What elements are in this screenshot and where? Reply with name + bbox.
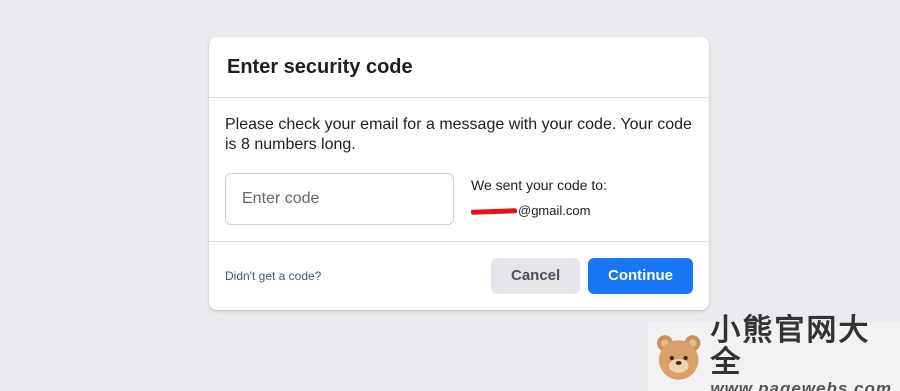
sent-email: @gmail.com (470, 203, 607, 219)
dialog-actions: Cancel Continue (491, 257, 693, 294)
dialog-header: Enter security code (209, 37, 709, 98)
resend-code-link[interactable]: Didn't get a code? (225, 269, 321, 283)
sent-label: We sent your code to: (471, 177, 607, 193)
sent-email-domain: @gmail.com (518, 203, 591, 218)
watermark-url: www.pagewebs.com (710, 378, 892, 391)
watermark-brand: 小熊官网大全 (710, 312, 871, 380)
code-row: We sent your code to: @gmail.com (225, 173, 693, 225)
watermark: 小熊官网大全 www.pagewebs.com (648, 314, 900, 391)
security-code-dialog: Enter security code Please check your em… (209, 37, 709, 310)
redacted-email-prefix (470, 207, 518, 215)
code-input[interactable] (225, 173, 454, 225)
instructions-text: Please check your email for a message wi… (225, 116, 692, 153)
dialog-body: Please check your email for a message wi… (209, 98, 709, 242)
sent-info: We sent your code to: @gmail.com (470, 173, 607, 225)
dialog-footer: Didn't get a code? Cancel Continue (209, 242, 709, 309)
bear-logo-icon (656, 334, 701, 380)
continue-button[interactable]: Continue (588, 257, 693, 294)
dialog-title: Enter security code (227, 55, 413, 78)
watermark-text: 小熊官网大全 www.pagewebs.com (710, 312, 900, 391)
cancel-button[interactable]: Cancel (491, 257, 580, 294)
